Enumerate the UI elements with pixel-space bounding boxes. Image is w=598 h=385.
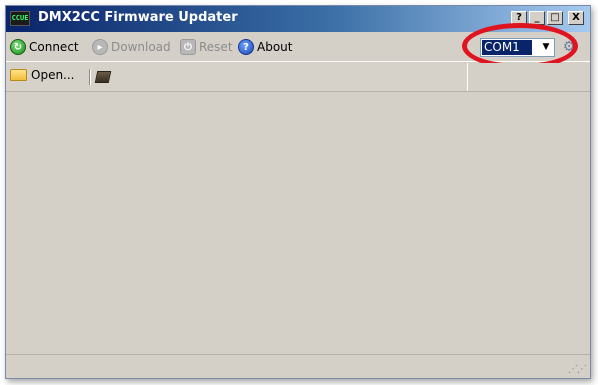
help-icon: ? [238, 39, 254, 55]
port-select[interactable]: COM1 ▼ [480, 38, 555, 57]
connect-label: Connect [29, 40, 79, 54]
main-content-area [6, 92, 590, 354]
refresh-ports-icon[interactable]: ⚙ [561, 39, 577, 55]
port-selector-area: COM1 ▼ ⚙ [462, 23, 586, 69]
power-icon: ⏻ [180, 39, 196, 55]
file-toolbar-strip: Open... [6, 63, 468, 91]
status-bar: ⋰⋰ [6, 354, 590, 378]
download-icon: ▸ [92, 39, 108, 55]
connect-icon: ↻ [10, 39, 26, 55]
minimize-button[interactable]: _ [529, 11, 545, 25]
app-window: CCUE DMX2CC Firmware Updater ? _ □ X ↻ C… [5, 5, 591, 379]
maximize-button[interactable]: □ [547, 11, 563, 25]
window-title: DMX2CC Firmware Updater [38, 10, 238, 25]
chip-icon[interactable] [94, 71, 112, 83]
download-label: Download [111, 40, 171, 54]
chevron-down-icon[interactable]: ▼ [538, 39, 554, 56]
file-toolbar: Open... [6, 63, 590, 92]
port-select-value: COM1 [482, 40, 532, 55]
folder-open-icon [10, 69, 27, 81]
window-controls: ? _ □ X [511, 11, 584, 27]
about-button[interactable]: ? About [238, 37, 292, 57]
toolbar-separator [89, 69, 91, 85]
reset-button[interactable]: ⏻ Reset [180, 37, 233, 57]
open-label: Open... [31, 68, 75, 82]
help-button[interactable]: ? [511, 11, 527, 25]
about-label: About [257, 40, 293, 54]
resize-grip-icon[interactable]: ⋰⋰ [568, 364, 587, 375]
title-bar[interactable]: CCUE DMX2CC Firmware Updater ? _ □ X [6, 6, 590, 32]
open-button[interactable]: Open... [10, 68, 75, 82]
reset-label: Reset [199, 40, 233, 54]
download-button[interactable]: ▸ Download [92, 37, 171, 57]
app-icon: CCUE [10, 11, 30, 26]
close-button[interactable]: X [568, 11, 584, 25]
connect-button[interactable]: ↻ Connect [10, 37, 79, 57]
